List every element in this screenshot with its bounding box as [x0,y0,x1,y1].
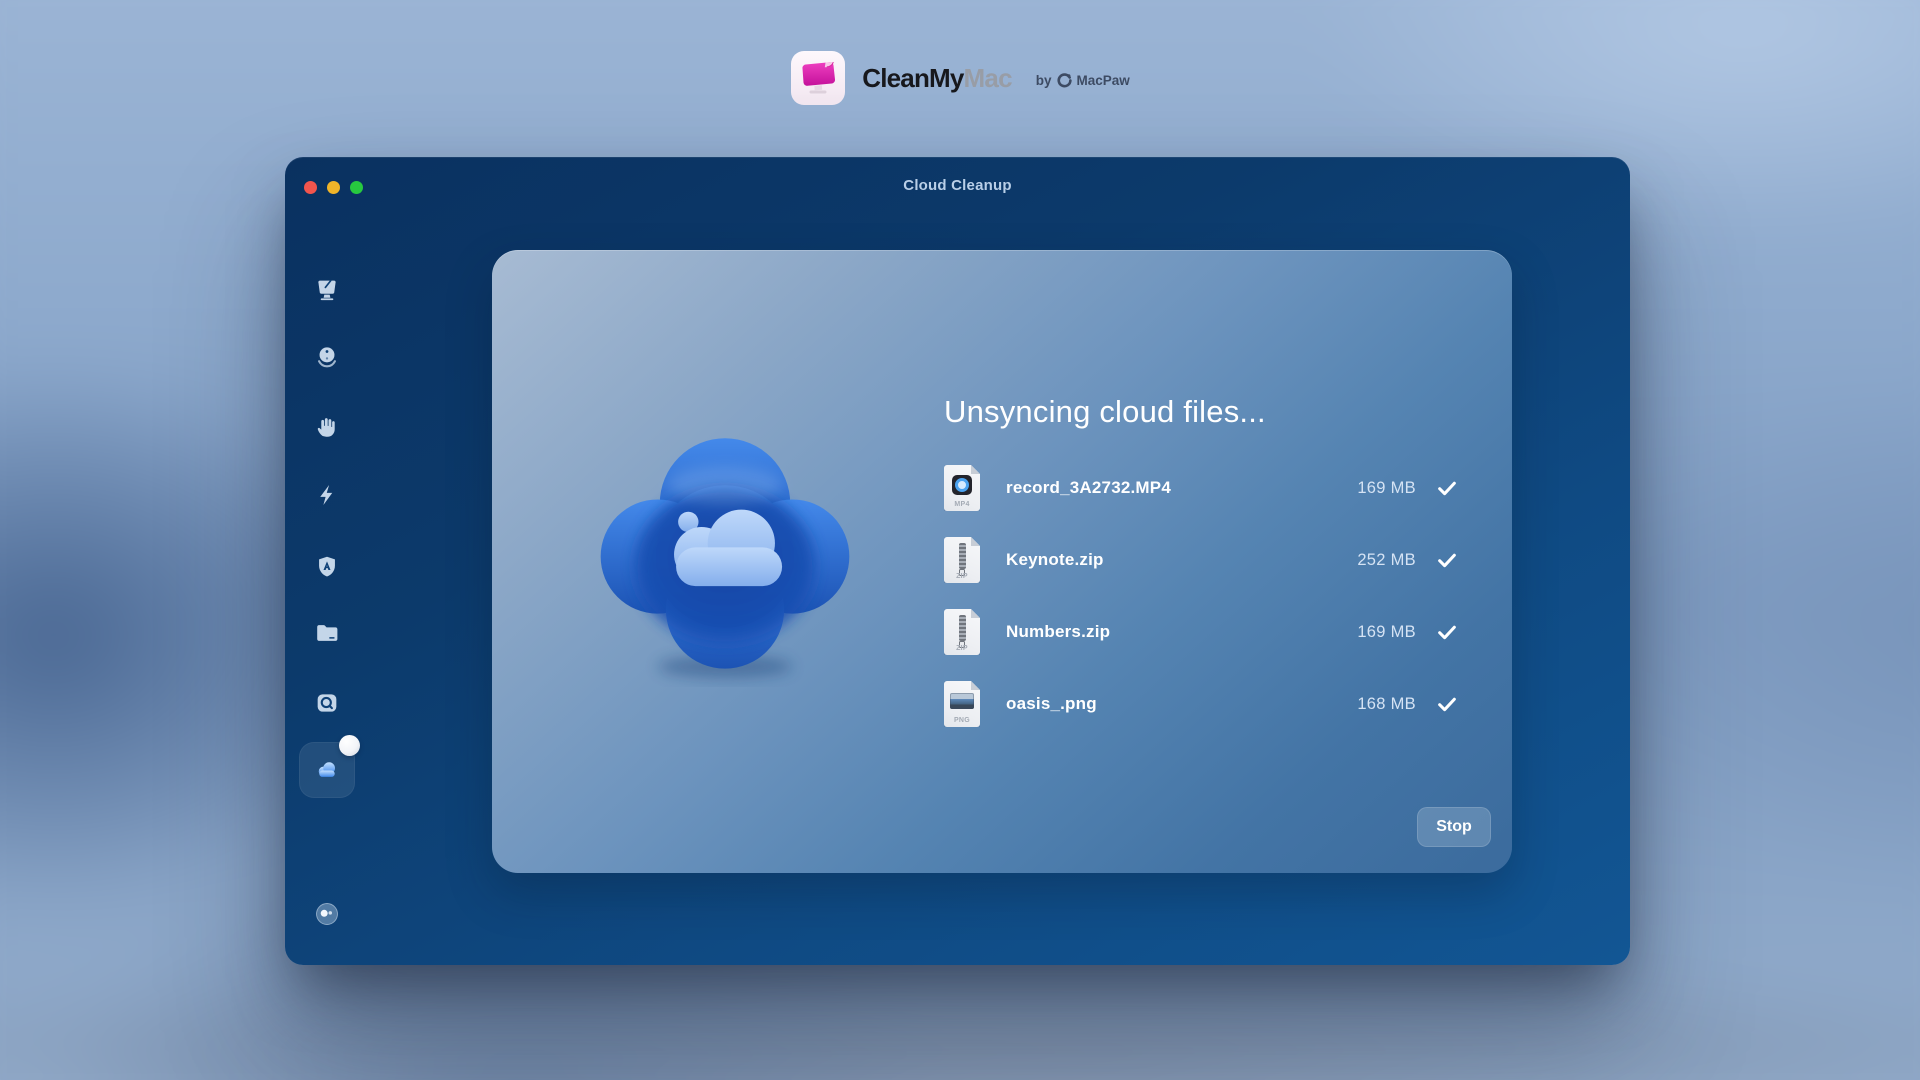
file-name: oasis_.png [1006,694,1097,714]
brand-secondary: Mac [964,63,1012,93]
file-size: 169 MB [1357,623,1416,642]
file-type-label: ZIP [944,573,980,580]
cleanmymac-window: Cloud Cleanup [285,157,1630,965]
file-name: Numbers.zip [1006,622,1110,642]
file-size: 168 MB [1357,695,1416,714]
page-fold [971,681,980,690]
check-icon [1436,693,1458,715]
file-type-icon: ZIP [944,609,980,655]
file-size: 252 MB [1357,551,1416,570]
minimize-button[interactable] [327,181,340,194]
file-row: MP4 record_3A2732.MP4 169 MB [944,464,1458,512]
sidebar-item-my-clutter[interactable] [307,613,347,653]
file-glyph [959,543,966,569]
sidebar-item-smart-scan[interactable] [307,270,347,310]
byline-prefix: by [1036,73,1052,88]
lightning-icon [313,481,341,509]
file-type-label: PNG [944,717,980,724]
cloud-icon [311,754,343,786]
file-glyph [959,615,966,641]
file-type-icon: PNG [944,681,980,727]
sidebar-item-assistant[interactable] [307,894,347,934]
scan-ball-icon [313,343,341,371]
sidebar-item-cloud-cleanup[interactable] [299,742,355,798]
file-row: ZIP Keynote.zip 252 MB [944,536,1458,584]
window-titlebar[interactable]: Cloud Cleanup [285,157,1630,213]
macpaw-logo-icon [1057,73,1072,88]
hand-icon [313,413,341,441]
file-size: 169 MB [1357,479,1416,498]
brand-primary: CleanMy [862,63,963,93]
cloud-3d-illustration [580,422,870,687]
file-type-icon: ZIP [944,537,980,583]
check-icon [1436,477,1458,499]
folder-icon [313,619,341,647]
sidebar-item-privacy[interactable] [307,407,347,447]
panel-heading: Unsyncing cloud files... [944,390,1266,434]
file-type-icon: MP4 [944,465,980,511]
page-fold [971,465,980,474]
brand-header: CleanMyMac by MacPaw [0,48,1920,108]
sidebar-item-performance[interactable] [307,475,347,515]
file-name: Keynote.zip [1006,550,1104,570]
storage-lens-icon [313,689,341,717]
file-glyph [950,693,974,709]
sidebar-item-applications[interactable] [307,547,347,587]
byline-brand: MacPaw [1077,73,1130,88]
check-icon [1436,621,1458,643]
file-type-label: ZIP [944,645,980,652]
assistant-orb-icon [313,900,341,928]
file-type-label: MP4 [944,501,980,508]
shield-a-icon [313,553,341,581]
sidebar-item-protection[interactable] [307,337,347,377]
page-fold [971,609,980,618]
file-glyph [952,475,972,495]
cleanmymac-app-icon [790,50,846,106]
zoom-button[interactable] [350,181,363,194]
byline: by MacPaw [1036,73,1130,88]
file-name: record_3A2732.MP4 [1006,478,1171,498]
progress-badge [339,735,360,756]
sidebar-item-space-lens[interactable] [307,683,347,723]
check-icon [1436,549,1458,571]
cloud-cleanup-panel: Unsyncing cloud files... MP4 record_3A27… [492,250,1512,873]
page-fold [971,537,980,546]
file-row: ZIP Numbers.zip 169 MB [944,608,1458,656]
brand-name: CleanMyMac [862,63,1012,94]
window-title: Cloud Cleanup [903,177,1011,194]
traffic-lights [304,181,363,194]
monitor-cleanup-icon [313,276,341,304]
file-list: MP4 record_3A2732.MP4 169 MB ZIP Keynot [944,464,1458,752]
close-button[interactable] [304,181,317,194]
stop-button[interactable]: Stop [1417,807,1491,847]
file-row: PNG oasis_.png 168 MB [944,680,1458,728]
